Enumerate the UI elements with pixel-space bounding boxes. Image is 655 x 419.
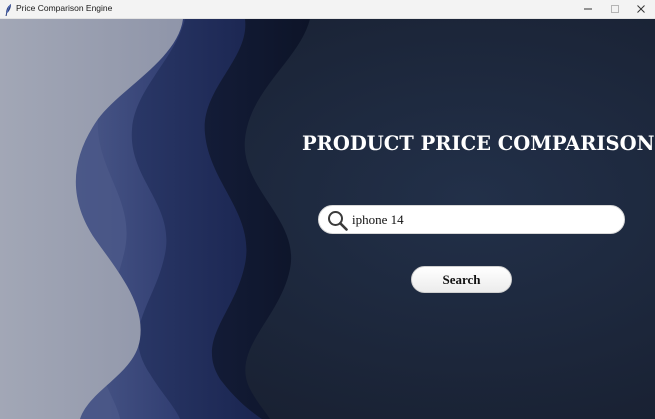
search-icon xyxy=(327,210,348,231)
page-title: PRODUCT PRICE COMPARISON xyxy=(302,132,655,155)
title-bar[interactable]: Price Comparison Engine xyxy=(0,0,655,19)
close-icon xyxy=(637,5,645,13)
search-bar[interactable] xyxy=(318,205,625,234)
minimize-icon xyxy=(584,8,592,10)
search-button[interactable]: Search xyxy=(411,266,512,293)
minimize-button[interactable] xyxy=(575,0,602,18)
search-input[interactable] xyxy=(352,210,612,230)
feather-icon xyxy=(5,3,12,16)
app-window: Price Comparison Engine PRODUCT PRICE CO… xyxy=(0,0,655,419)
maximize-button[interactable] xyxy=(602,0,629,18)
window-title: Price Comparison Engine xyxy=(16,3,113,13)
main-panel: PRODUCT PRICE COMPARISON Search xyxy=(0,19,655,419)
close-button[interactable] xyxy=(628,0,655,18)
maximize-icon xyxy=(611,5,619,13)
